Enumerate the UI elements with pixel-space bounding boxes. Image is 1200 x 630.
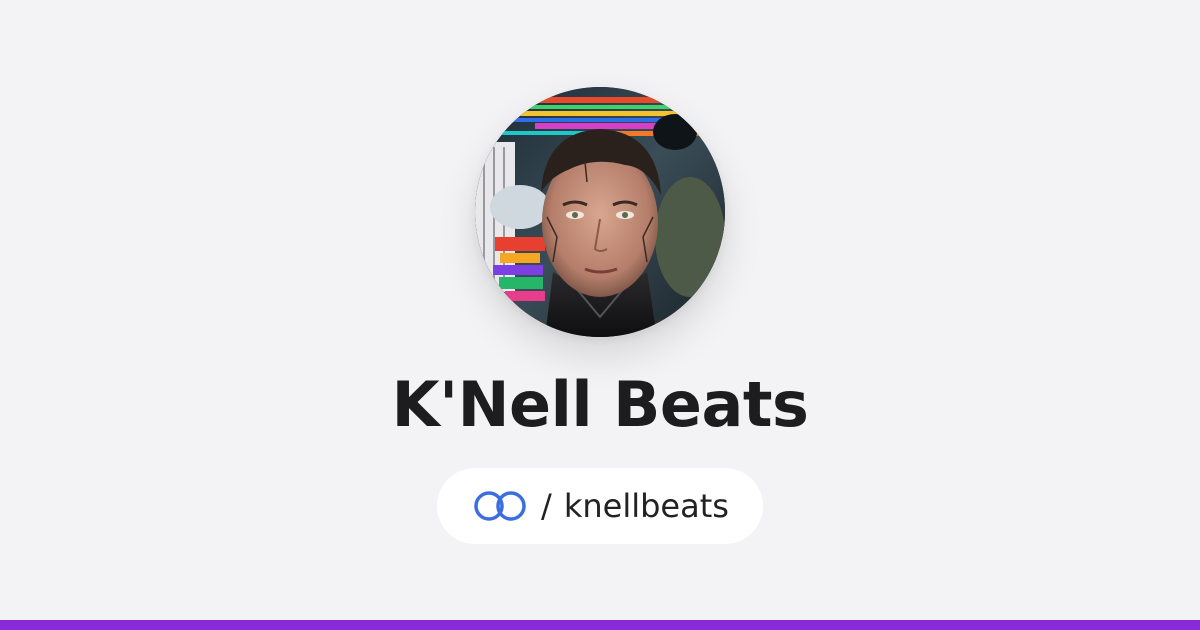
profile-handle: knellbeats [563,487,729,525]
share-card: K'Nell Beats / knellbeats [0,0,1200,630]
avatar-image [475,87,725,337]
linked-rings-icon [474,491,526,521]
profile-name: K'Nell Beats [391,368,809,441]
handle-separator: / [541,487,552,525]
avatar [475,87,725,337]
profile-handle-link[interactable]: / knellbeats [437,468,763,544]
accent-bar [0,620,1200,630]
